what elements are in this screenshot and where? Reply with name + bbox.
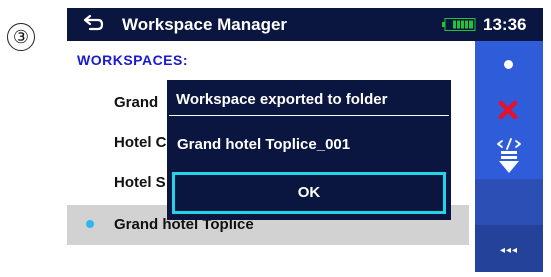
header-bar: Workspace Manager 13:36 xyxy=(67,8,543,41)
workspaces-section-label: WORKSPACES: xyxy=(77,52,189,68)
workspace-item-label: Hotel S xyxy=(114,174,166,191)
clock: 13:36 xyxy=(483,15,527,34)
step-number-marker: ③ xyxy=(7,23,35,51)
workspace-item-label: Hotel C xyxy=(114,134,167,151)
more-options-button[interactable]: ◂◂◂ xyxy=(475,225,543,272)
page-title: Workspace Manager xyxy=(122,15,288,34)
dot-icon xyxy=(504,60,513,69)
export-button[interactable] xyxy=(475,133,543,179)
delete-button[interactable] xyxy=(475,87,543,133)
active-workspace-dot-icon xyxy=(86,220,94,228)
dialog-title: Workspace exported to folder xyxy=(169,82,449,116)
sidebar-empty-slot xyxy=(475,179,543,225)
side-toolbar: ◂◂◂ xyxy=(475,41,543,272)
device-screen: Workspace Manager 13:36 WORKSPACES: Gran… xyxy=(67,8,543,272)
sidebar-option-button[interactable] xyxy=(475,41,543,87)
back-arrow-icon[interactable] xyxy=(81,14,105,34)
dialog-message: Grand hotel Toplice_001 xyxy=(177,136,351,153)
export-dialog: Workspace exported to folder Grand hotel… xyxy=(167,80,451,220)
export-icon xyxy=(497,138,521,173)
battery-icon xyxy=(442,18,476,31)
workspace-item-label: Grand xyxy=(114,94,159,111)
ok-button[interactable]: OK xyxy=(172,172,446,214)
close-icon xyxy=(498,100,518,120)
more-icon: ◂◂◂ xyxy=(499,245,519,256)
